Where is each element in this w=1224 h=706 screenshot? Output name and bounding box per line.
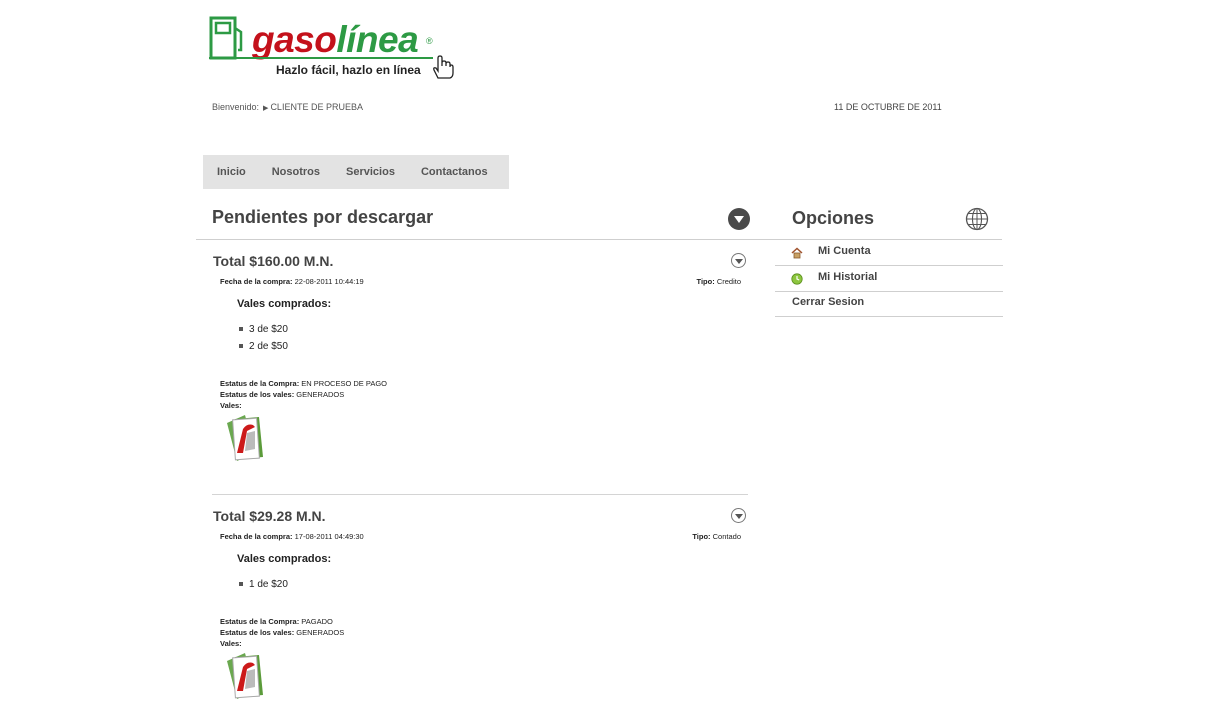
purchase-date: Fecha de la compra: 22-08-2011 10:44:19 (220, 277, 364, 286)
logo-underline (209, 57, 433, 59)
collapse-section-icon[interactable] (728, 208, 750, 230)
vouchers-list: 1 de $20 (239, 578, 288, 595)
order-total: Total $160.00 M.N. (213, 253, 334, 269)
list-item: 3 de $20 (239, 323, 288, 340)
arrow-right-icon: ▶ (263, 105, 269, 112)
pending-title: Pendientes por descargar (212, 207, 434, 227)
options-title: Opciones (792, 208, 875, 228)
vouchers-title: Vales comprados: (237, 553, 332, 565)
option-mi-historial[interactable]: Mi Historial (775, 266, 1003, 292)
list-item: 2 de $50 (239, 340, 288, 357)
home-icon (791, 247, 803, 259)
order-status: Estatus de la Compra: EN PROCESO DE PAGO… (220, 379, 387, 410)
pdf-download-icon[interactable] (225, 413, 269, 463)
vouchers-list: 3 de $20 2 de $50 (239, 323, 288, 357)
option-mi-cuenta[interactable]: Mi Cuenta (775, 240, 1003, 266)
option-label: Mi Historial (818, 271, 878, 283)
payment-type: Tipo: Contado (692, 532, 741, 541)
welcome-bar: Bienvenido: ▶ CLIENTE DE PRUEBA (212, 102, 363, 112)
pointer-hand-icon (433, 55, 454, 79)
payment-type: Tipo: Credito (696, 277, 741, 286)
main-nav: Inicio Nosotros Servicios Contactanos (203, 155, 509, 189)
welcome-label: Bienvenido: (212, 102, 260, 112)
nav-item-nosotros[interactable]: Nosotros (259, 166, 333, 178)
fuel-pump-icon (209, 16, 243, 60)
expand-order-icon[interactable] (731, 253, 746, 268)
nav-item-servicios[interactable]: Servicios (333, 166, 408, 178)
history-icon (791, 273, 803, 285)
registered-mark: ® (426, 36, 433, 46)
order-total: Total $29.28 M.N. (213, 508, 326, 524)
logo-tagline: Hazlo fácil, hazlo en línea (276, 63, 421, 77)
current-date: 11 DE OCTUBRE DE 2011 (834, 102, 942, 112)
user-name[interactable]: CLIENTE DE PRUEBA (270, 102, 363, 112)
purchase-date: Fecha de la compra: 17-08-2011 04:49:30 (220, 532, 364, 541)
option-label: Cerrar Sesion (792, 296, 865, 308)
pdf-download-icon[interactable] (225, 651, 269, 701)
nav-item-contactanos[interactable]: Contactanos (408, 166, 501, 178)
order-divider (212, 494, 748, 495)
option-cerrar-sesion[interactable]: Cerrar Sesion (775, 291, 1003, 317)
option-label: Mi Cuenta (818, 245, 871, 257)
order-status: Estatus de la Compra: PAGADO Estatus de … (220, 617, 345, 648)
list-item: 1 de $20 (239, 578, 288, 595)
globe-icon (965, 207, 989, 231)
vouchers-title: Vales comprados: (237, 298, 332, 310)
gasolinea-logo[interactable]: gasolínea ® Hazlo fácil, hazlo en línea (209, 14, 459, 84)
expand-order-icon[interactable] (731, 508, 746, 523)
nav-item-inicio[interactable]: Inicio (203, 166, 259, 178)
